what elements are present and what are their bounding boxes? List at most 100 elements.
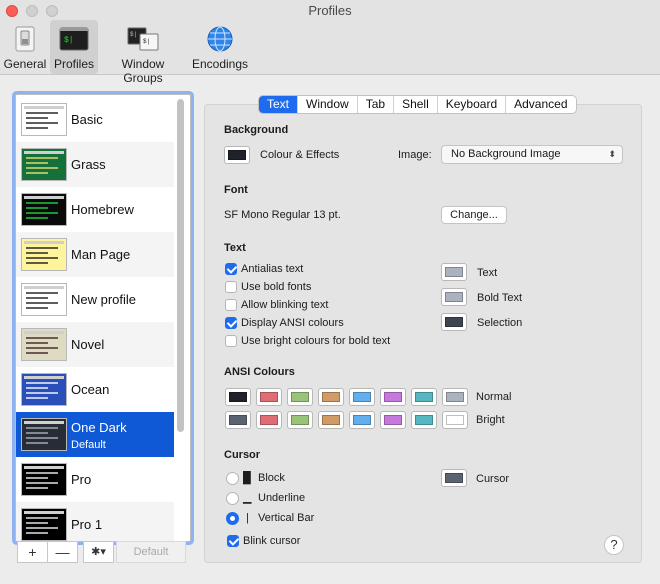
- profile-name: One Dark: [71, 420, 127, 435]
- profile-name: Man Page: [71, 247, 131, 262]
- profile-item[interactable]: New profile: [16, 277, 174, 322]
- bold-text-colour-well[interactable]: [441, 288, 467, 306]
- background-image-select[interactable]: No Background Image ⬍: [441, 145, 623, 164]
- ansi-bright-colour-well-4[interactable]: [349, 411, 375, 429]
- profile-name: Ocean: [71, 382, 110, 397]
- cursor-vertical-bar-label: Vertical Bar: [258, 512, 315, 524]
- bold-fonts-label: Use bold fonts: [241, 281, 312, 293]
- profile-thumbnail: [21, 283, 67, 316]
- ansi-bright-colour-well-1[interactable]: [256, 411, 282, 429]
- text-colour-label: Text: [477, 267, 498, 279]
- profile-item[interactable]: Grass: [16, 142, 174, 187]
- cursor-block-label: Block: [258, 472, 285, 484]
- tab-tab[interactable]: Tab: [358, 96, 395, 113]
- tab-window[interactable]: Window: [298, 96, 358, 113]
- tab-text[interactable]: Text: [259, 96, 299, 113]
- ansi-bright-colour-well-0[interactable]: [225, 411, 251, 429]
- ansi-normal-colour-well-5[interactable]: [380, 388, 406, 406]
- switch-icon: [15, 26, 35, 52]
- profile-item[interactable]: Ocean: [16, 367, 174, 412]
- blink-cursor-checkbox[interactable]: [227, 535, 239, 547]
- settings-tabs: Text Window Tab Shell Keyboard Advanced: [258, 95, 577, 114]
- bright-bold-checkbox[interactable]: [225, 335, 237, 347]
- cursor-heading: Cursor: [224, 449, 261, 461]
- ansi-normal-colour-well-0[interactable]: [225, 388, 251, 406]
- font-value: SF Mono Regular 13 pt.: [224, 209, 341, 221]
- cursor-vertical-bar-radio[interactable]: [226, 512, 239, 525]
- ansi-colours-heading: ANSI Colours: [224, 366, 295, 378]
- bold-fonts-checkbox[interactable]: [225, 281, 237, 293]
- profile-thumbnail: [21, 238, 67, 271]
- gear-menu-button[interactable]: ✱▾: [83, 541, 114, 563]
- profile-list[interactable]: Basic Grass Homebrew Man Page New profil…: [15, 94, 191, 542]
- profile-thumbnail: [21, 418, 67, 451]
- cursor-underline-radio[interactable]: [226, 492, 239, 505]
- ansi-normal-colour-well-4[interactable]: [349, 388, 375, 406]
- profile-name: Pro 1: [71, 517, 103, 532]
- toolbar: Profiles General $| Profiles $| $| Windo…: [0, 0, 660, 85]
- ansi-colours-label: Display ANSI colours: [241, 317, 344, 329]
- toolbar-profiles[interactable]: $| Profiles: [50, 20, 98, 74]
- toolbar-window-groups[interactable]: $| $| Window Groups: [101, 20, 185, 85]
- profile-list-scrollbar[interactable]: [177, 99, 184, 432]
- profile-item[interactable]: Pro 1: [16, 502, 174, 541]
- profile-item[interactable]: Basic: [16, 97, 174, 142]
- help-button[interactable]: ?: [604, 535, 624, 555]
- ansi-normal-colour-well-6[interactable]: [411, 388, 437, 406]
- profile-thumbnail: [21, 148, 67, 181]
- profile-item-selected[interactable]: One Dark Default: [16, 412, 174, 457]
- ansi-bright-colour-well-7[interactable]: [442, 411, 468, 429]
- profile-item[interactable]: Man Page: [16, 232, 174, 277]
- set-default-button[interactable]: Default: [116, 541, 186, 563]
- profile-name: Novel: [71, 337, 105, 352]
- profile-thumbnail: [21, 508, 67, 541]
- ansi-normal-colour-well-2[interactable]: [287, 388, 313, 406]
- colour-effects-label: Colour & Effects: [260, 149, 340, 161]
- ansi-bright-colour-well-5[interactable]: [380, 411, 406, 429]
- tab-advanced[interactable]: Advanced: [506, 96, 575, 113]
- text-heading: Text: [224, 242, 246, 254]
- change-font-button[interactable]: Change...: [441, 206, 507, 224]
- ansi-bright-colour-well-2[interactable]: [287, 411, 313, 429]
- profile-item[interactable]: Novel: [16, 322, 174, 367]
- terminal-icon: $|: [59, 27, 89, 51]
- window-title: Profiles: [308, 3, 352, 18]
- cursor-block-radio[interactable]: [226, 472, 239, 485]
- selection-colour-label: Selection: [477, 317, 523, 329]
- toolbar-general[interactable]: General: [3, 20, 47, 74]
- ansi-normal-colour-well-1[interactable]: [256, 388, 282, 406]
- image-label: Image:: [398, 149, 432, 161]
- background-colour-well[interactable]: [224, 146, 250, 164]
- cursor-colour-label: Cursor: [476, 473, 510, 485]
- toolbar-encodings[interactable]: Encodings: [190, 20, 250, 74]
- tab-shell[interactable]: Shell: [394, 96, 438, 113]
- ansi-bright-colour-well-6[interactable]: [411, 411, 437, 429]
- blink-cursor-label: Blink cursor: [243, 535, 301, 547]
- font-heading: Font: [224, 184, 248, 196]
- underline-cursor-glyph: ▁: [243, 492, 252, 504]
- add-profile-button[interactable]: +: [17, 541, 48, 563]
- ansi-normal-colour-well-3[interactable]: [318, 388, 344, 406]
- ansi-normal-colour-well-7[interactable]: [442, 388, 468, 406]
- selection-colour-well[interactable]: [441, 313, 467, 331]
- blinking-text-label: Allow blinking text: [241, 299, 329, 311]
- profile-thumbnail: [21, 103, 67, 136]
- profile-name: New profile: [71, 292, 137, 307]
- cursor-colour-well[interactable]: [441, 469, 467, 487]
- ansi-colours-checkbox[interactable]: [225, 317, 237, 329]
- profile-thumbnail: [21, 193, 67, 226]
- profile-item[interactable]: Homebrew: [16, 187, 174, 232]
- profile-thumbnail: [21, 328, 67, 361]
- profile-name: Pro: [71, 472, 92, 487]
- antialias-checkbox[interactable]: [225, 263, 237, 275]
- blinking-text-checkbox[interactable]: [225, 299, 237, 311]
- tab-keyboard[interactable]: Keyboard: [438, 96, 507, 113]
- remove-profile-button[interactable]: —: [47, 541, 78, 563]
- text-colour-well[interactable]: [441, 263, 467, 281]
- default-profile-label: Default: [71, 439, 106, 451]
- svg-text:$|: $|: [130, 31, 137, 38]
- bold-text-colour-label: Bold Text: [477, 292, 523, 304]
- ansi-bright-colour-well-3[interactable]: [318, 411, 344, 429]
- profile-thumbnail: [21, 463, 67, 496]
- profile-item[interactable]: Pro: [16, 457, 174, 502]
